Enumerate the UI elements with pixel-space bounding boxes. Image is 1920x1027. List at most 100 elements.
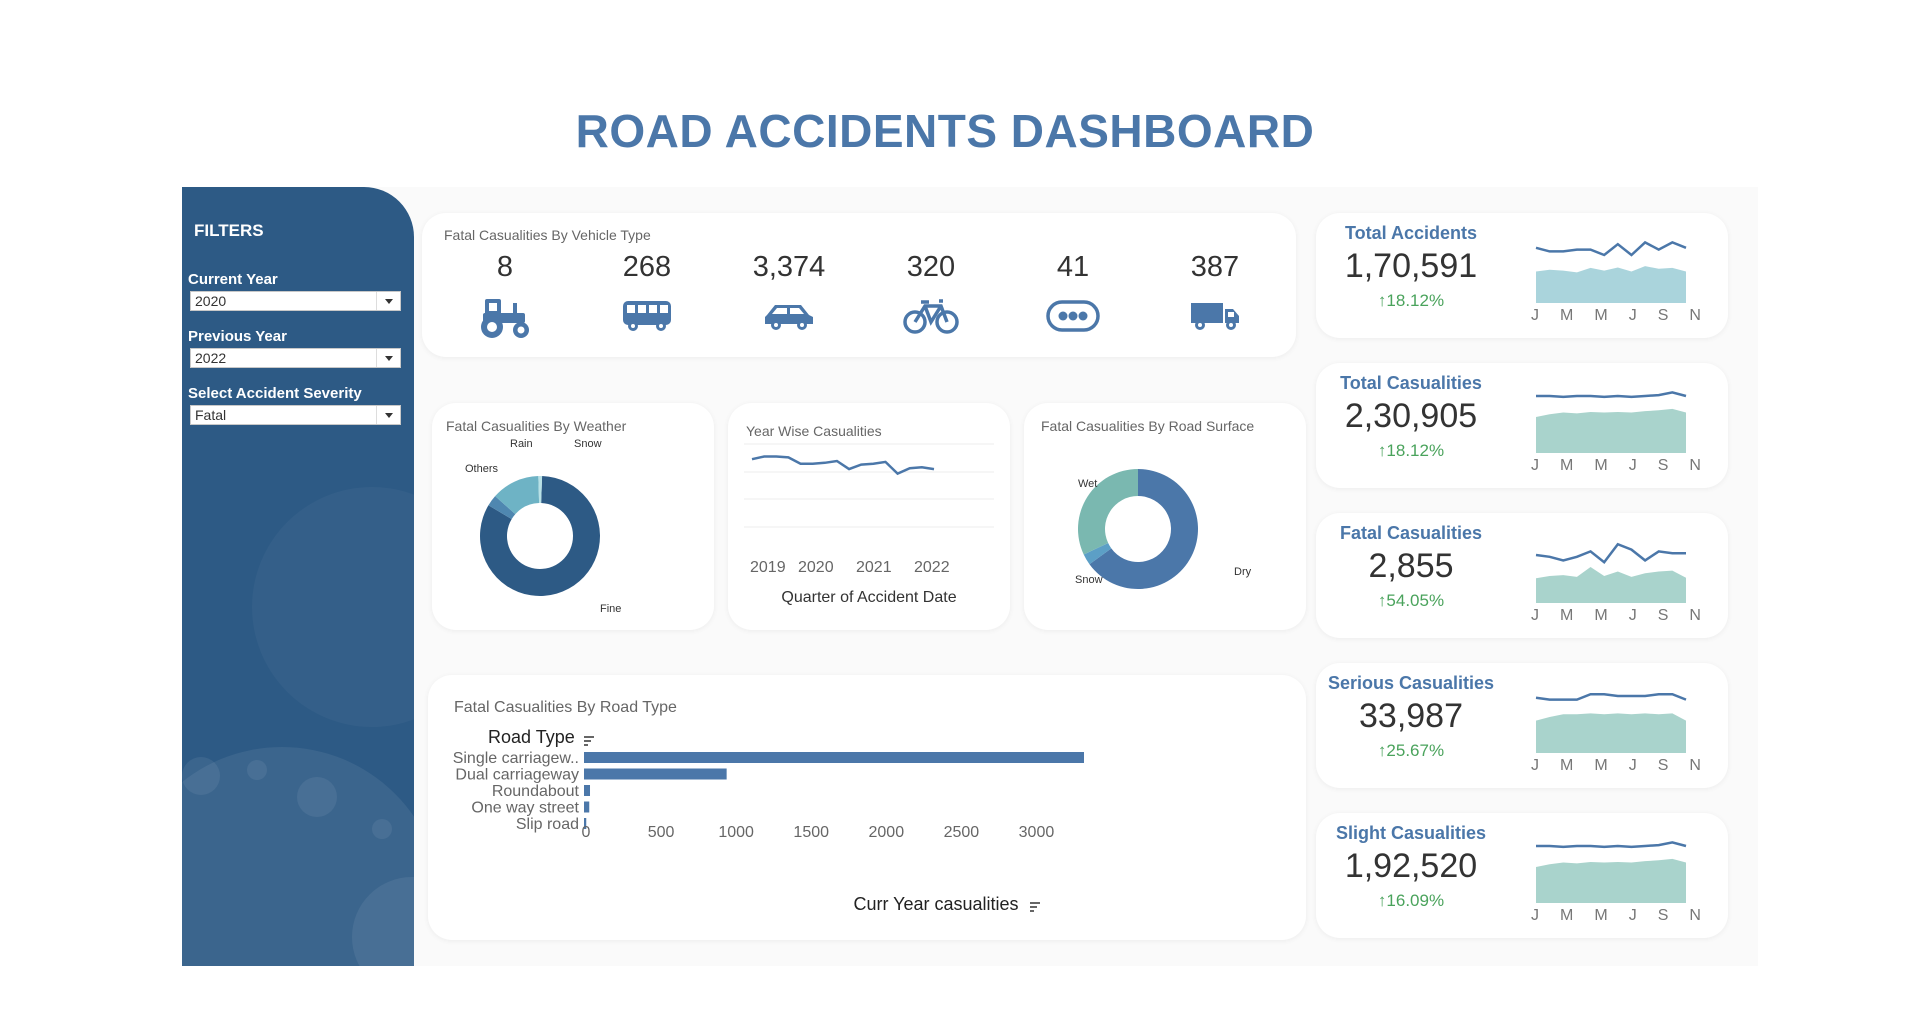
chevron-down-icon[interactable] xyxy=(376,292,400,310)
vehicle-car: 3,374 xyxy=(729,251,849,340)
vehicle-value: 3,374 xyxy=(752,251,826,283)
weather-label-others: Others xyxy=(465,463,499,475)
spark-line xyxy=(1535,240,1687,257)
kpi-card-fatal-casualities: Fatal Casualities 2,855 ↑54.05% JMMJSN xyxy=(1316,513,1728,638)
kpi-change: ↑54.05% xyxy=(1377,591,1445,610)
roadtype-xtick: 1000 xyxy=(718,824,754,841)
vehicle-truck: 387 xyxy=(1155,251,1275,340)
roadtype-category-label: Slip road xyxy=(516,816,579,833)
weather-card: Fatal Casualities By Weather Rain Snow O… xyxy=(432,403,714,630)
severity-label: Select Accident Severity xyxy=(188,385,362,402)
tractor-icon xyxy=(481,299,529,338)
kpi-month-axis: JMMJSN xyxy=(1531,907,1701,924)
weather-label-snow: Snow xyxy=(574,438,602,450)
kpi-value: 1,70,591 xyxy=(1344,247,1478,285)
spark-area xyxy=(1536,266,1686,303)
kpi-change: ↑16.09% xyxy=(1377,891,1445,910)
spark-line xyxy=(1535,692,1687,701)
vehicle-bicycle: 320 xyxy=(871,251,991,340)
kpi-card-total-accidents: Total Accidents 1,70,591 ↑18.12% JMMJSN xyxy=(1316,213,1728,338)
roadtype-xtick: 3000 xyxy=(1019,824,1055,841)
kpi-title: Serious Casualities xyxy=(1327,673,1495,693)
roadtype-xtick: 2500 xyxy=(944,824,980,841)
kpi-month-axis: JMMJSN xyxy=(1531,457,1701,474)
kpi-card-slight-casualities: Slight Casualities 1,92,520 ↑16.09% JMMJ… xyxy=(1316,813,1728,938)
kpi-title: Total Accidents xyxy=(1344,223,1478,243)
vehicle-card-title: Fatal Casualities By Vehicle Type xyxy=(444,227,651,243)
kpi-change: ↑25.67% xyxy=(1377,741,1445,760)
spark-line xyxy=(1536,841,1687,849)
filters-sidebar: FILTERS Current Year 2020 Previous Year … xyxy=(182,187,414,966)
current-year-select[interactable]: 2020 xyxy=(190,291,401,311)
roadtype-bar[interactable] xyxy=(584,801,590,813)
kpi-sparkline xyxy=(1535,542,1686,603)
roadtype-chart: Road Type Single carriagew..Dual carriag… xyxy=(453,727,1084,914)
roadtype-bar[interactable] xyxy=(584,768,727,780)
roadtype-bar[interactable] xyxy=(584,752,1084,763)
kpi-value: 33,987 xyxy=(1359,697,1463,735)
kpi-change: ↑18.12% xyxy=(1377,291,1445,310)
vehicle-tractor: 8 xyxy=(445,251,565,340)
vehicle-value: 387 xyxy=(1190,251,1240,283)
roadtype-bar[interactable] xyxy=(584,785,591,796)
bicycle-icon xyxy=(903,299,959,334)
vehicle-other: 41 xyxy=(1013,251,1133,340)
spark-area xyxy=(1536,408,1686,453)
yearwise-tick: 2021 xyxy=(856,559,892,576)
severity-select[interactable]: Fatal xyxy=(190,405,401,425)
kpi-month-axis: JMMJSN xyxy=(1531,607,1701,624)
yearwise-tick: 2020 xyxy=(798,559,834,576)
dashboard: ROAD ACCIDENTS DASHBOARD FILTERS Current… xyxy=(0,0,1920,1027)
chevron-down-icon[interactable] xyxy=(376,406,400,424)
vehicle-value: 8 xyxy=(496,251,514,283)
surface-label-dry: Dry xyxy=(1234,566,1252,578)
roadtype-category-label: Single carriagew.. xyxy=(453,750,579,767)
road-surface-card: Fatal Casualities By Road Surface Wet Sn… xyxy=(1024,403,1306,630)
kpi-value: 2,30,905 xyxy=(1344,397,1478,435)
car-icon xyxy=(765,305,813,330)
roadtype-xlabel: Curr Year casualities xyxy=(853,894,1018,914)
kpi-sparkline xyxy=(1535,692,1687,753)
kpi-month-axis: JMMJSN xyxy=(1531,307,1701,324)
kpi-month-axis: JMMJSN xyxy=(1531,757,1701,774)
roadtype-category-label: One way street xyxy=(471,800,579,817)
yearwise-chart: 2019 2020 2021 2022 Quarter of Accident … xyxy=(744,443,994,606)
kpi-title: Total Casualities xyxy=(1340,373,1482,393)
current-year-label: Current Year xyxy=(188,271,278,288)
surface-chart: Wet Snow Dry xyxy=(1075,469,1252,589)
spark-line xyxy=(1535,542,1686,564)
chevron-down-icon[interactable] xyxy=(376,349,400,367)
kpi-sparkline xyxy=(1536,391,1687,453)
other-vehicle-icon xyxy=(1046,300,1100,332)
roadtype-xtick: 2000 xyxy=(869,824,905,841)
sort-icon[interactable] xyxy=(1030,902,1040,912)
vehicle-bus: 268 xyxy=(587,251,707,340)
vehicle-type-card: Fatal Casualities By Vehicle Type 8 268 xyxy=(422,213,1296,357)
bus-icon xyxy=(623,301,671,331)
roadtype-category-label: Roundabout xyxy=(492,783,580,800)
vehicle-value: 41 xyxy=(1056,251,1090,283)
roadtype-xtick: 0 xyxy=(582,824,591,841)
kpi-value: 1,92,520 xyxy=(1344,847,1478,885)
vehicle-value: 320 xyxy=(906,251,956,283)
surface-label-snow: Snow xyxy=(1075,574,1103,586)
spark-area xyxy=(1536,713,1686,753)
kpi-sparkline xyxy=(1536,841,1687,903)
kpi-change: ↑18.12% xyxy=(1377,441,1445,460)
vehicle-value: 268 xyxy=(622,251,672,283)
roadtype-axis-header: Road Type xyxy=(488,727,575,747)
weather-label-fine: Fine xyxy=(600,603,621,615)
weather-label-rain: Rain xyxy=(510,438,533,450)
current-year-value: 2020 xyxy=(195,293,227,309)
sort-icon[interactable] xyxy=(584,736,594,746)
yearwise-tick: 2019 xyxy=(750,559,786,576)
severity-value: Fatal xyxy=(195,407,227,423)
yearwise-xlabel: Quarter of Accident Date xyxy=(781,589,956,606)
roadtype-xtick: 1500 xyxy=(793,824,829,841)
filters-heading: FILTERS xyxy=(194,221,264,240)
weather-chart: Rain Snow Others Fine xyxy=(465,438,621,615)
kpi-title: Fatal Casualities xyxy=(1339,523,1483,543)
kpi-title: Slight Casualities xyxy=(1335,823,1487,843)
truck-icon xyxy=(1191,303,1239,330)
previous-year-select[interactable]: 2022 xyxy=(190,348,401,368)
